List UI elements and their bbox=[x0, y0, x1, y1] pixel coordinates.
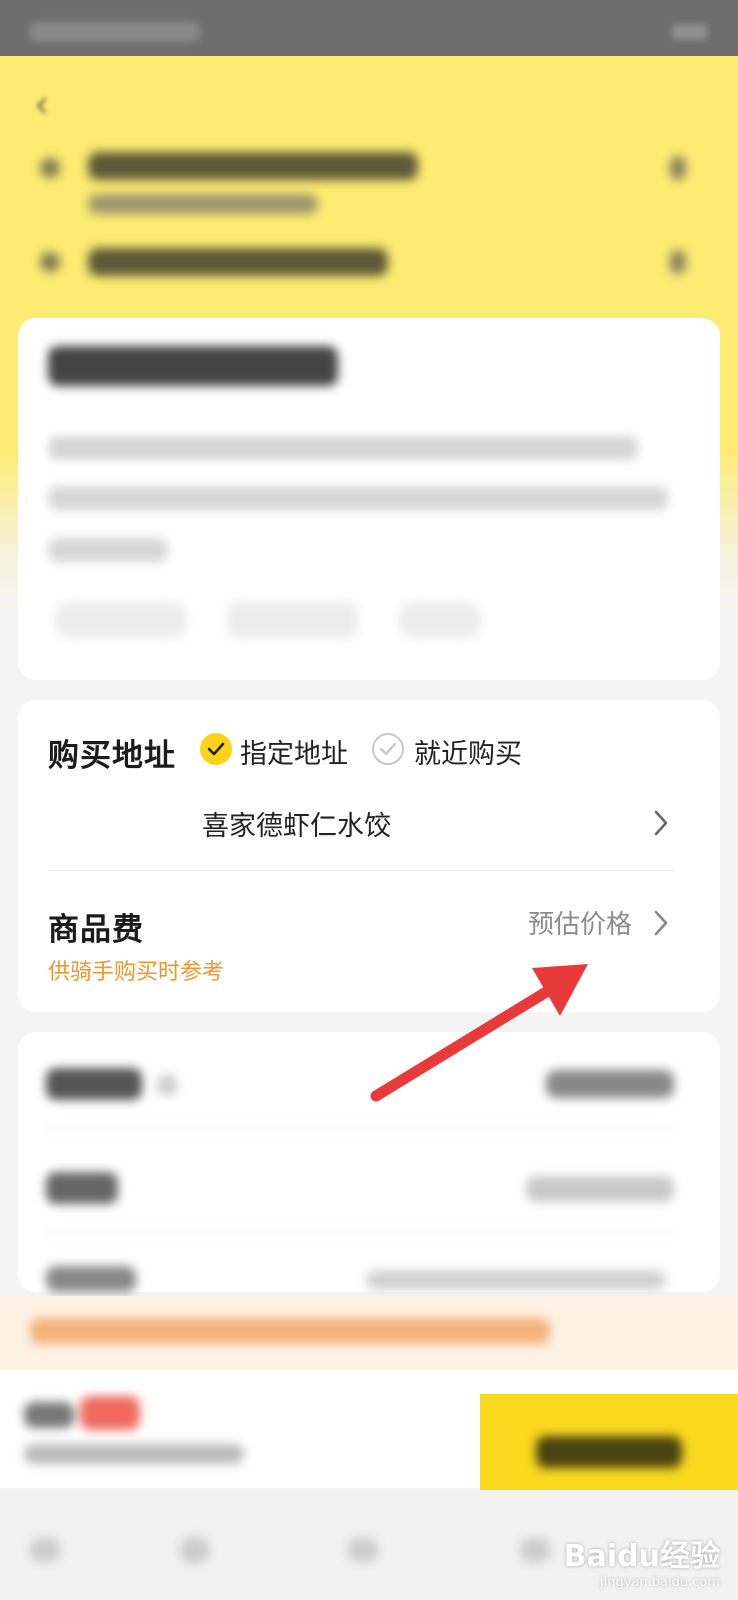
annotation-arrow bbox=[370, 964, 588, 1102]
watermark-brand: Baidu经验 bbox=[563, 1539, 720, 1574]
watermark-url: jingyan.baidu.com bbox=[600, 1575, 720, 1590]
baidu-watermark: Baidu经验 jingyan.baidu.com bbox=[564, 1531, 720, 1590]
